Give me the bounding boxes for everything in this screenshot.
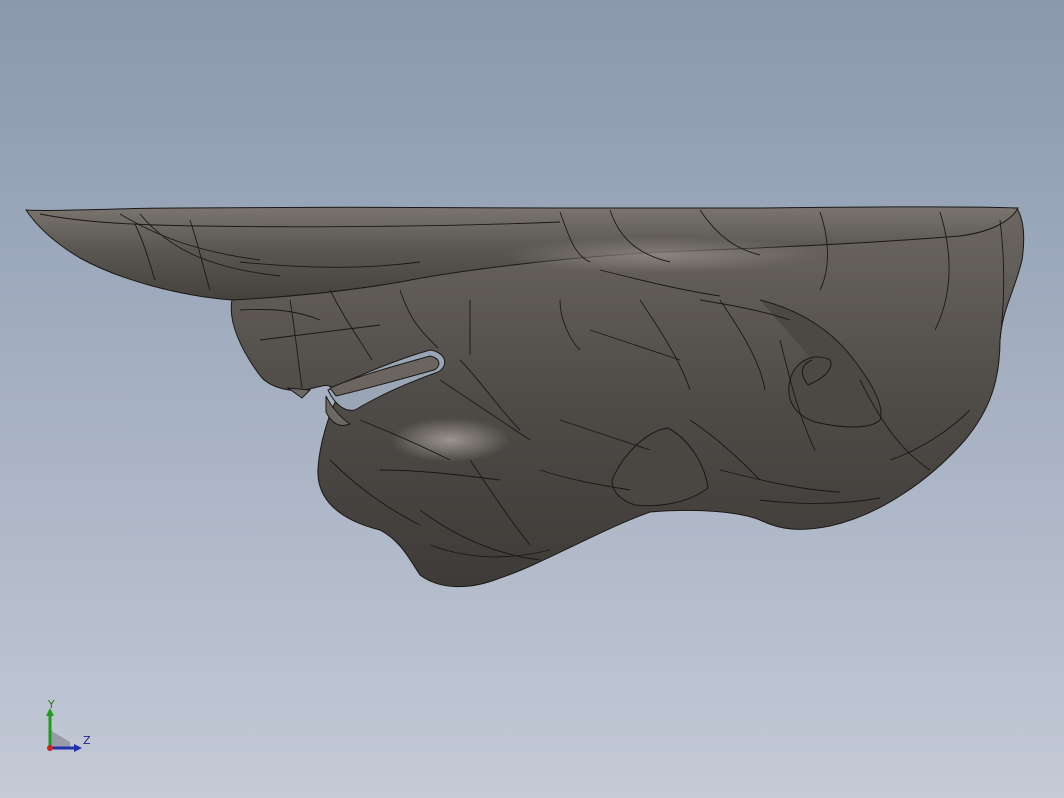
- 3d-model[interactable]: [0, 0, 1064, 798]
- origin-dot: [47, 745, 53, 751]
- upper-fang: [286, 387, 312, 399]
- z-axis-label: Z: [83, 734, 91, 747]
- axis-triad: Y Z: [40, 696, 100, 756]
- brow-highlight: [500, 237, 820, 273]
- triad-plane: [50, 730, 70, 748]
- y-axis-label: Y: [48, 698, 55, 711]
- z-axis-arrow: [74, 744, 82, 752]
- graphics-viewport[interactable]: Y Z: [0, 0, 1064, 798]
